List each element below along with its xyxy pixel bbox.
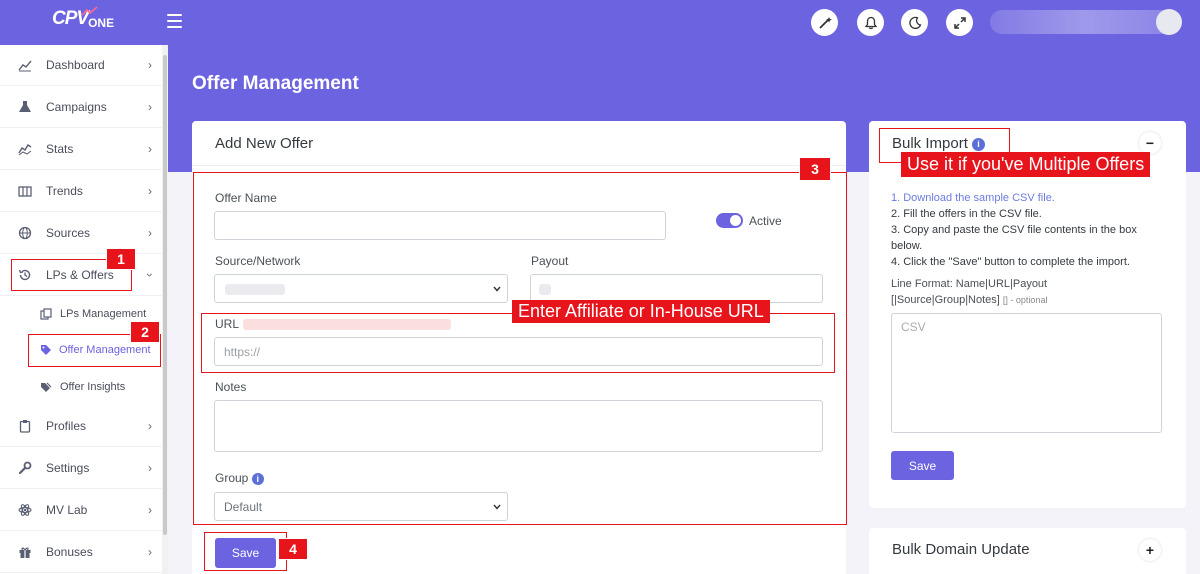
- columns-icon: [18, 186, 32, 197]
- annotation-number: 3: [799, 157, 831, 181]
- sidebar-item-sources[interactable]: Sources ›: [0, 213, 162, 254]
- csv-textarea[interactable]: CSV: [891, 313, 1162, 433]
- line-format: Line Format: Name|URL|Payout [|Source|Gr…: [891, 276, 1151, 308]
- avatar[interactable]: [1156, 9, 1182, 35]
- sidebar-item-label: Dashboard: [46, 58, 105, 72]
- flask-icon: [19, 101, 31, 112]
- bulk-domain-title: Bulk Domain Update: [892, 541, 1030, 558]
- chevron-right-icon: ›: [148, 184, 152, 198]
- sidebar-subitem-label: LPs Management: [60, 308, 147, 320]
- annotation-number: 1: [106, 248, 136, 270]
- wrench-icon: [18, 461, 32, 475]
- sidebar-scrollbar[interactable]: [163, 55, 167, 535]
- stats-icon: [18, 144, 32, 156]
- globe-icon: [18, 226, 32, 240]
- sidebar-item-profiles[interactable]: Profiles ›: [0, 406, 162, 447]
- chevron-right-icon: ›: [148, 58, 152, 72]
- page-title: Offer Management: [192, 73, 359, 94]
- chevron-right-icon: ›: [148, 142, 152, 156]
- annotation-box-4: [204, 532, 287, 571]
- instruction-step: 3. Copy and paste the CSV file contents …: [891, 224, 1137, 252]
- bulk-import-save-button[interactable]: Save: [891, 451, 954, 480]
- sidebar-item-label: Settings: [46, 461, 90, 475]
- sidebar-item-label: Trends: [46, 184, 83, 198]
- instruction-step: 2. Fill the offers in the CSV file.: [891, 208, 1042, 220]
- chevron-right-icon: ›: [148, 419, 152, 433]
- sidebar-subitem-offer-insights[interactable]: Offer Insights: [0, 369, 162, 405]
- sidebar: Dashboard › Campaigns › Stats › Trends ›…: [0, 45, 168, 574]
- moon-icon: [908, 16, 921, 29]
- expand-icon: [953, 16, 966, 29]
- chevron-right-icon: ›: [148, 545, 152, 559]
- sidebar-item-label: Profiles: [46, 419, 87, 433]
- expand-button[interactable]: +: [1139, 539, 1161, 561]
- sidebar-item-bonuses[interactable]: Bonuses ›: [0, 532, 162, 573]
- add-offer-title: Add New Offer: [215, 135, 314, 152]
- annotation-url-hint: Enter Affiliate or In-House URL: [512, 300, 770, 323]
- collapse-button[interactable]: −: [1139, 132, 1161, 154]
- sidebar-item-settings[interactable]: Settings ›: [0, 448, 162, 489]
- logo-sub: ONE: [88, 16, 115, 30]
- chevron-right-icon: ›: [148, 100, 152, 114]
- top-bar: CPVONE: [0, 0, 1200, 45]
- magic-wand-icon: [818, 16, 832, 29]
- annotation-number: 2: [130, 321, 160, 343]
- logo[interactable]: CPVONE: [52, 6, 115, 30]
- sidebar-item-label: MV Lab: [46, 503, 88, 517]
- sidebar-item-label: Sources: [46, 226, 91, 240]
- sidebar-item-campaigns[interactable]: Campaigns ›: [0, 87, 162, 128]
- magic-wand-button[interactable]: [811, 9, 838, 36]
- chevron-right-icon: ›: [148, 503, 152, 517]
- annotation-bulk-hint: Use it if you've Multiple Offers: [901, 152, 1151, 177]
- instruction-step: 4. Click the "Save" button to complete t…: [891, 256, 1130, 268]
- fullscreen-button[interactable]: [946, 9, 973, 36]
- download-csv-link[interactable]: 1. Download the sample CSV file.: [891, 190, 1151, 206]
- chevron-right-icon: ›: [148, 226, 152, 240]
- clipboard-icon: [19, 420, 31, 433]
- sidebar-item-trends[interactable]: Trends ›: [0, 171, 162, 212]
- sidebar-item-stats[interactable]: Stats ›: [0, 129, 162, 170]
- card-divider: [192, 165, 846, 166]
- notifications-button[interactable]: [857, 9, 884, 36]
- sidebar-subitem-label: Offer Insights: [60, 381, 126, 393]
- sidebar-item-label: Bonuses: [46, 545, 93, 559]
- optional-note: [] - optional: [1002, 295, 1048, 305]
- sidebar-item-label: Campaigns: [46, 100, 107, 114]
- gift-icon: [19, 547, 31, 558]
- chevron-right-icon: ›: [148, 461, 152, 475]
- react-icon: [18, 504, 32, 516]
- sidebar-item-mv-lab[interactable]: MV Lab ›: [0, 490, 162, 531]
- csv-placeholder: CSV: [901, 320, 926, 334]
- tags-icon: [41, 382, 52, 392]
- dark-mode-button[interactable]: [901, 9, 928, 36]
- copy-icon: [40, 308, 52, 320]
- user-menu[interactable]: [990, 10, 1180, 34]
- sidebar-item-label: Stats: [46, 142, 74, 156]
- bell-icon: [864, 16, 877, 29]
- bulk-import-instructions: 1. Download the sample CSV file. 2. Fill…: [891, 190, 1151, 270]
- chart-line-icon: [18, 60, 32, 72]
- logo-spark-icon: [82, 6, 98, 16]
- menu-toggle-icon[interactable]: [167, 14, 182, 28]
- sidebar-item-dashboard[interactable]: Dashboard ›: [0, 45, 162, 86]
- annotation-number: 4: [278, 538, 308, 560]
- chevron-down-icon: ›: [143, 273, 157, 277]
